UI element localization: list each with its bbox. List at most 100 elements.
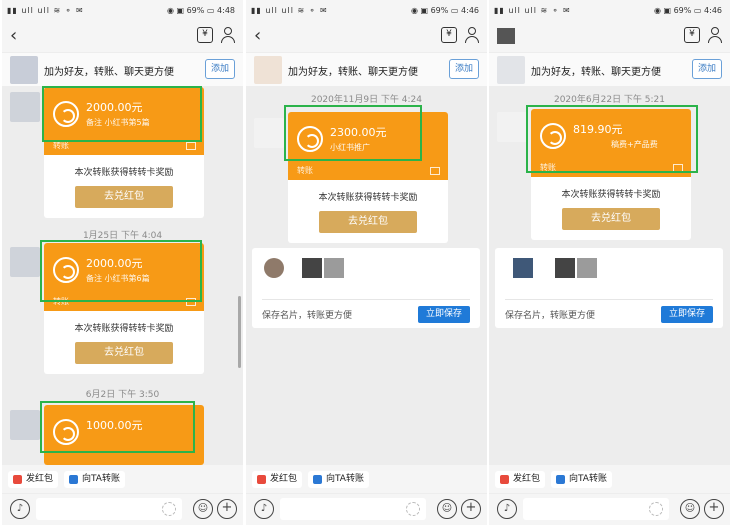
message-input[interactable] <box>523 498 669 520</box>
avatar[interactable] <box>254 56 282 84</box>
status-time: 4:46 <box>461 6 479 15</box>
status-time: 4:46 <box>704 6 722 15</box>
battery-text: 69% <box>673 6 692 15</box>
yuan-icon[interactable]: ¥ <box>197 27 213 43</box>
transfer-label: 转账 <box>297 166 313 175</box>
input-bar: ♪ ☺ + <box>2 494 243 525</box>
transfer-button-label: 向TA转账 <box>569 474 607 484</box>
add-friend-button[interactable]: 添加 <box>205 59 235 79</box>
avatar <box>555 258 575 278</box>
status-bar: ▮▮ ull ull ≋ ⚬ ✉ ◉ ▣ 69% ▭ 4:46 <box>489 0 730 20</box>
battery-text: 69% <box>186 6 205 15</box>
transfer-small-icon <box>556 475 565 484</box>
add-friend-bar: 加为好友，转账、聊天更方便 添加 <box>489 53 730 86</box>
redeem-button[interactable]: 去兑红包 <box>75 186 173 208</box>
redeem-button[interactable]: 去兑红包 <box>75 342 173 364</box>
scrollbar[interactable] <box>238 296 241 368</box>
transfer-button[interactable]: 向TA转账 <box>308 471 369 488</box>
avatar <box>513 258 533 278</box>
avatar <box>302 258 322 278</box>
plus-icon[interactable]: + <box>217 499 237 519</box>
nav-bar: ¥ <box>489 20 730 52</box>
chat-screen-3: ▮▮ ull ull ≋ ⚬ ✉ ◉ ▣ 69% ▭ 4:46 ¥ 加为好友，转… <box>489 0 730 525</box>
emoji-icon[interactable]: ☺ <box>437 499 457 519</box>
nav-bar: ‹ ¥ <box>246 20 487 52</box>
transfer-button-label: 向TA转账 <box>326 474 364 484</box>
status-time: 4:48 <box>217 6 235 15</box>
avatar[interactable] <box>10 410 40 440</box>
chevron-left-icon[interactable]: ‹ <box>10 25 17 46</box>
status-bar: ▮▮ ull ull ≋ ⚬ ✉ ◉ ▣ 69% ▭ 4:46 <box>246 0 487 20</box>
reward-text: 本次转账获得转转卡奖励 <box>74 168 174 178</box>
avatar[interactable] <box>10 92 40 122</box>
yuan-icon[interactable]: ¥ <box>441 27 457 43</box>
save-card-button[interactable]: 立即保存 <box>661 306 713 323</box>
avatar <box>264 258 284 278</box>
highlight-box <box>42 86 202 142</box>
save-card-button[interactable]: 立即保存 <box>418 306 470 323</box>
avatar[interactable] <box>254 118 284 148</box>
microphone-icon[interactable]: ♪ <box>497 499 517 519</box>
redeem-button[interactable]: 去兑红包 <box>562 208 660 230</box>
red-packet-label: 发红包 <box>513 474 541 484</box>
plus-icon[interactable]: + <box>461 499 481 519</box>
redeem-button[interactable]: 去兑红包 <box>319 211 417 233</box>
microphone-icon[interactable]: ♪ <box>10 499 30 519</box>
add-friend-text: 加为好友，转账、聊天更方便 <box>288 67 418 78</box>
highlight-box <box>526 105 698 173</box>
yuan-icon[interactable]: ¥ <box>684 27 700 43</box>
red-packet-label: 发红包 <box>270 474 298 484</box>
chat-screen-2: ▮▮ ull ull ≋ ⚬ ✉ ◉ ▣ 69% ▭ 4:46 ‹ ¥ 加为好友… <box>246 0 487 525</box>
microphone-icon[interactable]: ♪ <box>254 499 274 519</box>
divider <box>505 299 713 300</box>
plus-icon[interactable]: + <box>704 499 724 519</box>
add-friend-bar: 加为好友，转账、聊天更方便 添加 <box>246 53 487 86</box>
sticker-icon[interactable] <box>406 502 420 516</box>
card-icon <box>186 142 196 150</box>
signal-icons: ▮▮ ull ull ≋ ⚬ ✉ <box>251 6 328 15</box>
highlight-box <box>40 401 195 453</box>
red-packet-button[interactable]: 发红包 <box>252 471 303 488</box>
avatar[interactable] <box>10 247 40 277</box>
message-input[interactable] <box>280 498 426 520</box>
message-input[interactable] <box>36 498 182 520</box>
person-icon[interactable] <box>465 27 479 43</box>
card-icon <box>430 167 440 175</box>
chevron-left-icon[interactable]: ‹ <box>254 25 261 46</box>
add-friend-button[interactable]: 添加 <box>692 59 722 79</box>
action-bar: 发红包 向TA转账 <box>2 465 243 493</box>
transfer-button[interactable]: 向TA转账 <box>551 471 612 488</box>
transfer-small-icon <box>313 475 322 484</box>
signal-icons: ▮▮ ull ull ≋ ⚬ ✉ <box>494 6 571 15</box>
reward-text: 本次转账获得转转卡奖励 <box>318 193 418 203</box>
add-friend-button[interactable]: 添加 <box>449 59 479 79</box>
message-timestamp: 2020年11月9日 下午 4:24 <box>310 95 422 105</box>
avatar[interactable] <box>497 56 525 84</box>
name-card[interactable]: 保存名片，转账更方便 立即保存 <box>495 248 723 328</box>
action-bar: 发红包 向TA转账 <box>246 465 487 493</box>
person-icon[interactable] <box>221 27 235 43</box>
transfer-button[interactable]: 向TA转账 <box>64 471 125 488</box>
chat-screen-1: ▮▮ ull ull ≋ ⚬ ✉ ◉ ▣ 69% ▭ 4:48 ‹ ¥ 加为好友… <box>2 0 243 525</box>
status-right: ◉ ▣ 69% ▭ 4:46 <box>653 6 722 15</box>
highlight-box <box>284 105 422 161</box>
emoji-icon[interactable]: ☺ <box>193 499 213 519</box>
name-card[interactable]: 保存名片，转账更方便 立即保存 <box>252 248 480 328</box>
message-timestamp: 2020年6月22日 下午 5:21 <box>553 95 665 105</box>
avatar[interactable] <box>497 112 527 142</box>
highlight-box <box>40 240 202 302</box>
person-icon[interactable] <box>708 27 722 43</box>
add-friend-text: 加为好友，转账、聊天更方便 <box>44 67 174 78</box>
chevron-left-icon[interactable] <box>497 28 515 44</box>
nav-bar: ‹ ¥ <box>2 20 243 52</box>
sticker-icon[interactable] <box>162 502 176 516</box>
emoji-icon[interactable]: ☺ <box>680 499 700 519</box>
message-timestamp: 6月2日 下午 3:50 <box>85 390 160 400</box>
avatar[interactable] <box>10 56 38 84</box>
input-bar: ♪ ☺ + <box>489 494 730 525</box>
red-packet-button[interactable]: 发红包 <box>495 471 546 488</box>
red-packet-button[interactable]: 发红包 <box>8 471 59 488</box>
add-friend-text: 加为好友，转账、聊天更方便 <box>531 67 661 78</box>
signal-icons: ▮▮ ull ull ≋ ⚬ ✉ <box>7 6 84 15</box>
sticker-icon[interactable] <box>649 502 663 516</box>
